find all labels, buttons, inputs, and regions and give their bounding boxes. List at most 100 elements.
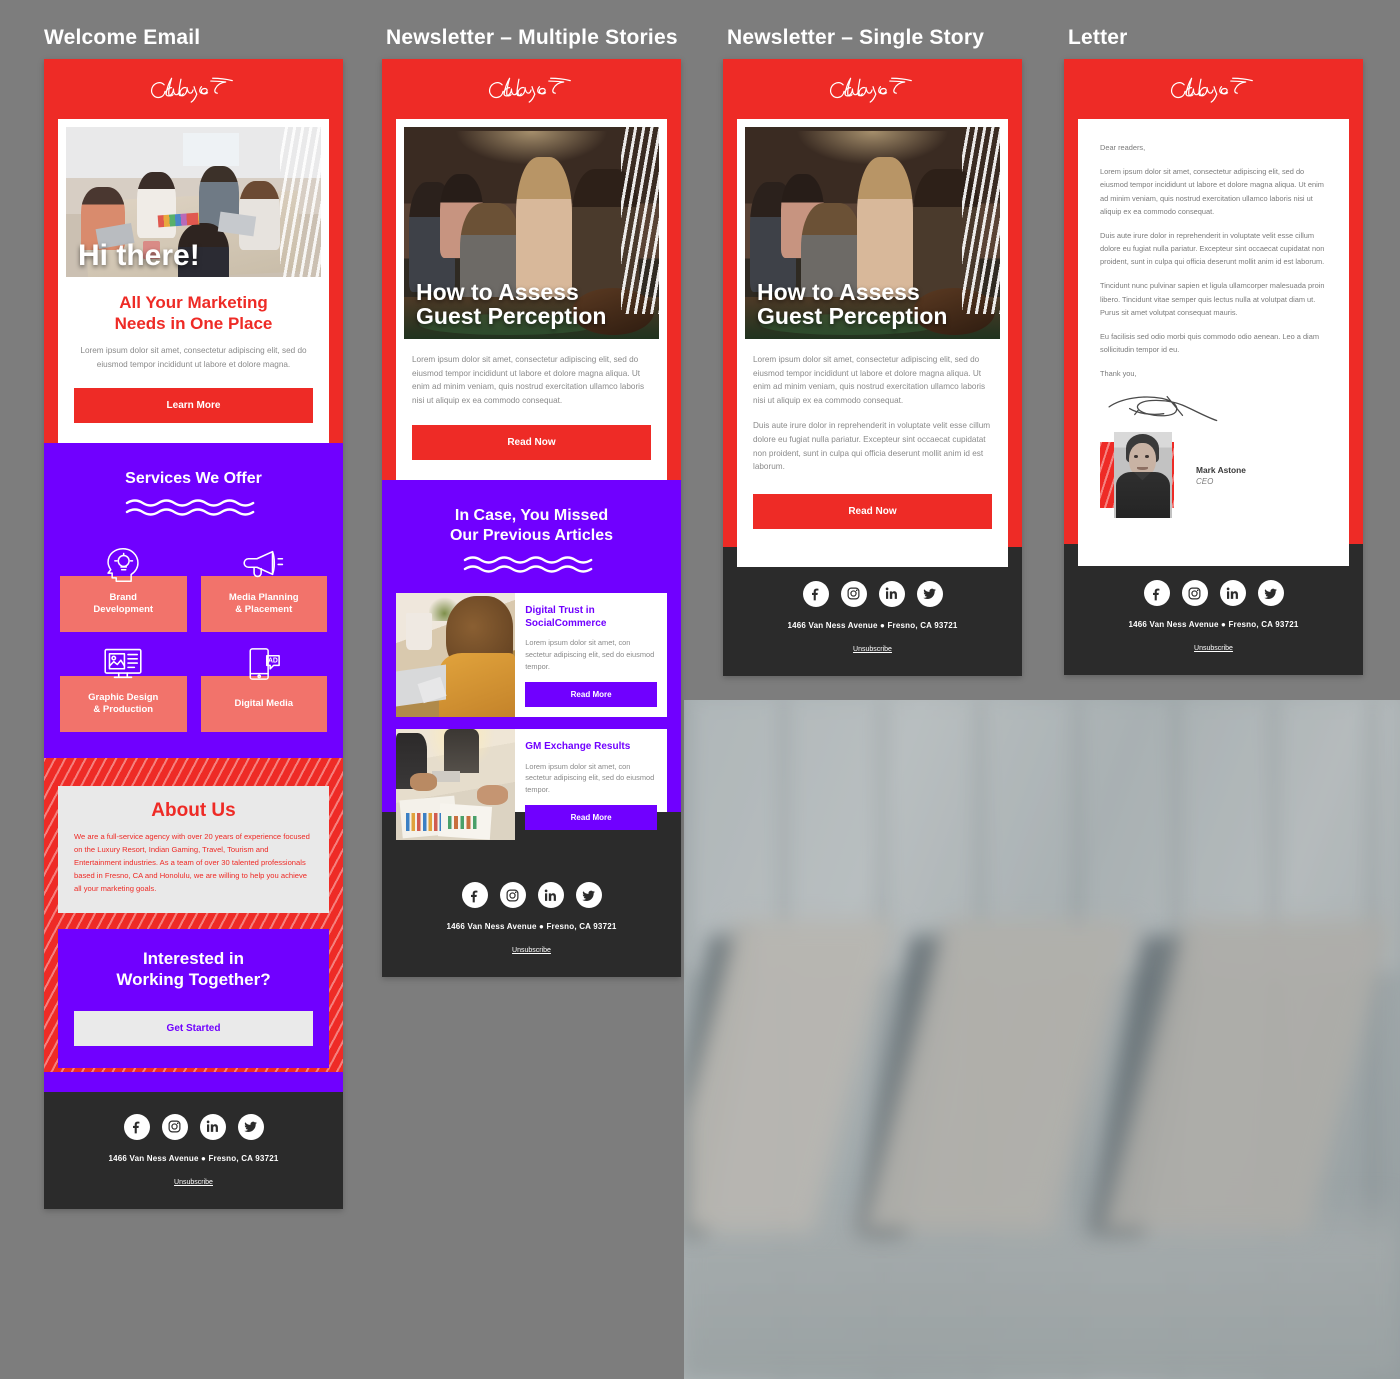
service-label-line1: Digital Media <box>234 697 294 709</box>
letter-page: Dear readers, Lorem ipsum dolor sit amet… <box>1078 119 1349 545</box>
linkedin-link[interactable] <box>1219 580 1246 607</box>
article-title-line2: SocialCommerce <box>525 617 607 629</box>
twitter-icon <box>243 1119 258 1134</box>
service-card-label: Brand Development <box>60 576 187 633</box>
facebook-link[interactable] <box>1143 580 1170 607</box>
facebook-link[interactable] <box>802 580 829 607</box>
facebook-link[interactable] <box>461 882 488 909</box>
about-band-bottom-gap <box>44 913 343 929</box>
social-links <box>1064 580 1363 607</box>
multi-hero-title-line2: Guest Perception <box>416 303 607 330</box>
multi-body-text: Lorem ipsum dolor sit amet, consectetur … <box>412 355 645 405</box>
signer-photo-frame <box>1100 432 1186 519</box>
read-more-button[interactable]: Read More <box>525 805 657 831</box>
article-card[interactable]: Digital Trust in SocialCommerce Lorem ip… <box>396 593 667 717</box>
letter-header-bar <box>1064 59 1363 119</box>
newsletter-single-template: How to Assess Guest Perception Lorem ips… <box>723 59 1022 676</box>
service-card-media-planning[interactable]: Media Planning & Placement <box>200 546 327 633</box>
column-title-welcome-email: Welcome Email <box>44 26 201 49</box>
signer-name: Mark Astone <box>1196 464 1246 475</box>
welcome-hero-image: Hi there! <box>66 127 321 277</box>
single-hero-card: How to Assess Guest Perception <box>737 119 1008 339</box>
welcome-email-template: Hi there! All Your Marketing Needs in On… <box>44 59 343 1209</box>
service-card-graphic-design[interactable]: Graphic Design & Production <box>60 646 187 733</box>
article-title: Digital Trust in SocialCommerce <box>525 605 657 630</box>
service-card-brand-development[interactable]: Brand Development <box>60 546 187 633</box>
mobile-ad-icon <box>242 646 286 682</box>
service-card-digital-media[interactable]: Digital Media <box>200 646 327 733</box>
about-us-card: About Us We are a full-service agency wi… <box>58 786 329 914</box>
linkedin-icon <box>884 586 899 601</box>
cta-title: Interested in Working Together? <box>74 949 313 990</box>
article-content: GM Exchange Results Lorem ipsum dolor si… <box>515 729 667 840</box>
social-links <box>723 580 1022 607</box>
twitter-link[interactable] <box>575 882 602 909</box>
facebook-icon <box>467 888 482 903</box>
newsletter-multiple-template: How to Assess Guest Perception Lorem ips… <box>382 59 681 978</box>
multi-hero-band: How to Assess Guest Perception <box>382 119 681 339</box>
article-card[interactable]: GM Exchange Results Lorem ipsum dolor si… <box>396 729 667 841</box>
welcome-hero-card: Hi there! <box>58 119 329 277</box>
instagram-link[interactable] <box>499 882 526 909</box>
service-label-line2: & Placement <box>235 604 293 616</box>
unsubscribe-link[interactable]: Unsubscribe <box>1194 629 1233 652</box>
column-title-newsletter-multiple: Newsletter – Multiple Stories <box>386 26 678 49</box>
article-thumbnail <box>396 729 516 841</box>
article-title: GM Exchange Results <box>525 741 657 754</box>
service-label-line2: Development <box>93 604 154 616</box>
unsubscribe-link[interactable]: Unsubscribe <box>512 931 551 954</box>
twitter-icon <box>922 586 937 601</box>
previous-articles-title: In Case, You Missed Our Previous Article… <box>382 506 681 545</box>
about-us-body: We are a full-service agency with over 2… <box>74 832 310 894</box>
services-title: Services We Offer <box>125 469 262 487</box>
about-band-top-gap <box>44 768 343 786</box>
instagram-link[interactable] <box>1181 580 1208 607</box>
linkedin-link[interactable] <box>537 882 564 909</box>
multi-hero-image: How to Assess Guest Perception <box>404 127 659 339</box>
twitter-link[interactable] <box>237 1113 264 1140</box>
facebook-icon <box>808 586 823 601</box>
single-hero-band: How to Assess Guest Perception <box>723 119 1022 339</box>
letter-paragraph-2: Duis aute irure dolor in reprehenderit i… <box>1100 230 1325 267</box>
single-body-band: Lorem ipsum dolor sit amet, consectetur … <box>723 339 1022 547</box>
twitter-link[interactable] <box>1257 580 1284 607</box>
unsubscribe-link[interactable]: Unsubscribe <box>174 1163 213 1186</box>
read-now-button[interactable]: Read Now <box>753 493 992 529</box>
read-more-button[interactable]: Read More <box>525 682 657 707</box>
facebook-icon <box>129 1119 144 1134</box>
letter-paragraph-4: Eu facilisis sed odio morbi quis commodo… <box>1100 331 1319 355</box>
single-hero-image: How to Assess Guest Perception <box>745 127 1000 339</box>
article-body: Lorem ipsum dolor sit amet, con sectetur… <box>525 761 655 795</box>
letter-template: Dear readers, Lorem ipsum dolor sit amet… <box>1064 59 1363 676</box>
learn-more-button[interactable]: Learn More <box>74 387 313 423</box>
service-label-line1: Graphic Design <box>88 691 159 703</box>
single-body-card: Lorem ipsum dolor sit amet, consectetur … <box>737 339 1008 547</box>
unsubscribe-link[interactable]: Unsubscribe <box>853 630 892 653</box>
twitter-link[interactable] <box>916 580 943 607</box>
article-content: Digital Trust in SocialCommerce Lorem ip… <box>515 593 667 717</box>
linkedin-link[interactable] <box>199 1113 226 1140</box>
cta-working-together-card: Interested in Working Together? Get Star… <box>58 929 329 1068</box>
facebook-link[interactable] <box>123 1113 150 1140</box>
welcome-hero-title: Hi there! <box>78 238 200 272</box>
linkedin-icon <box>543 888 558 903</box>
get-started-button[interactable]: Get Started <box>74 1010 313 1046</box>
head-lightbulb-icon <box>101 546 145 584</box>
welcome-body-text: Lorem ipsum dolor sit amet, consectetur … <box>80 346 307 369</box>
multi-hero-title-line1: How to Assess <box>416 279 579 306</box>
instagram-link[interactable] <box>161 1113 188 1140</box>
linkedin-link[interactable] <box>878 580 905 607</box>
signature-icon <box>1104 386 1232 426</box>
cta-purple-base <box>44 1071 343 1092</box>
service-label-line1: Brand <box>109 591 137 603</box>
previous-articles-title-line2: Our Previous Articles <box>449 526 614 544</box>
footer-address: 1466 Van Ness Avenue ● Fresno, CA 93721 <box>787 620 958 630</box>
articles-spacer <box>382 575 681 593</box>
read-now-button[interactable]: Read Now <box>412 425 651 461</box>
service-card-label: Media Planning & Placement <box>200 576 327 633</box>
twitter-icon <box>1263 586 1278 601</box>
monitor-design-icon <box>100 646 146 683</box>
instagram-link[interactable] <box>840 580 867 607</box>
services-section: Services We Offer Brand Development Media… <box>44 442 343 759</box>
article-body: Lorem ipsum dolor sit amet, con sectetur… <box>525 638 655 672</box>
